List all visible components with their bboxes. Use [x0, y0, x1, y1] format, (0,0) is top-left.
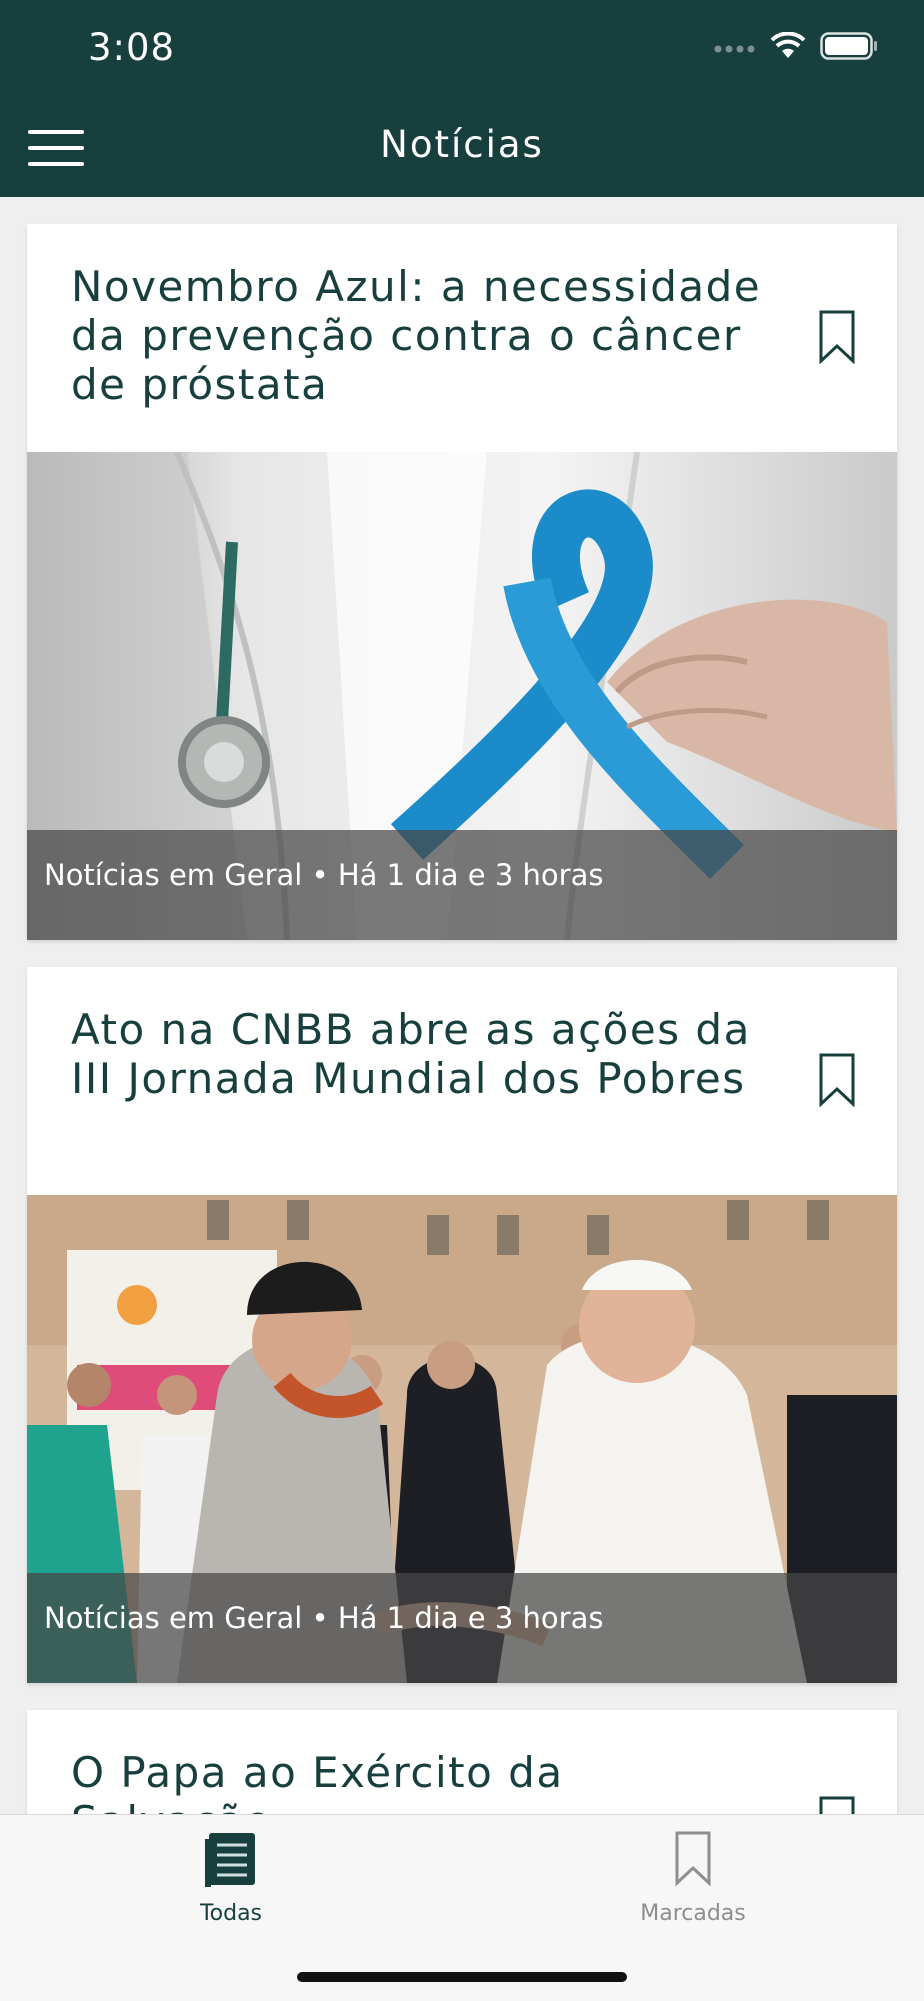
image-caption-bar: Notícias em Geral • Há 1 dia e 3 horas: [27, 1573, 897, 1683]
tab-marcadas[interactable]: Marcadas: [593, 1831, 793, 1926]
news-feed[interactable]: Novembro Azul: a necessidade da prevençã…: [0, 197, 924, 1814]
tab-label: Todas: [199, 1901, 263, 1926]
article-meta: Notícias em Geral • Há 1 dia e 3 horas: [44, 858, 604, 892]
news-card[interactable]: Ato na CNBB abre as ações da III Jornada…: [27, 967, 897, 1683]
news-card[interactable]: Novembro Azul: a necessidade da prevençã…: [27, 224, 897, 940]
tab-label: Marcadas: [640, 1901, 746, 1926]
bookmark-icon[interactable]: [819, 310, 855, 365]
news-card-header: O Papa ao Exército da Salvação: [27, 1710, 897, 1814]
news-card-header: Novembro Azul: a necessidade da prevençã…: [27, 224, 897, 452]
article-title[interactable]: Ato na CNBB abre as ações da III Jornada…: [71, 1005, 771, 1103]
page-title: Notícias: [380, 123, 544, 166]
article-image[interactable]: Notícias em Geral • Há 1 dia e 3 horas: [27, 452, 897, 940]
status-time: 3:08: [88, 26, 176, 69]
signal-icon: [714, 39, 756, 58]
article-image[interactable]: Notícias em Geral • Há 1 dia e 3 horas: [27, 1195, 897, 1683]
status-icons: [714, 31, 878, 64]
image-caption-bar: Notícias em Geral • Há 1 dia e 3 horas: [27, 830, 897, 940]
status-bar: 3:08: [0, 0, 924, 100]
navigation-bar: Notícias: [0, 100, 924, 197]
bookmark-icon[interactable]: [819, 1796, 855, 1814]
article-title[interactable]: Novembro Azul: a necessidade da prevençã…: [71, 262, 771, 409]
bookmark-icon: [675, 1831, 711, 1891]
article-meta: Notícias em Geral • Há 1 dia e 3 horas: [44, 1601, 604, 1635]
bookmark-icon[interactable]: [819, 1053, 855, 1108]
news-card[interactable]: O Papa ao Exército da Salvação: [27, 1710, 897, 1814]
news-card-header: Ato na CNBB abre as ações da III Jornada…: [27, 967, 897, 1195]
tab-todas[interactable]: Todas: [131, 1831, 331, 1926]
battery-icon: [820, 32, 878, 64]
news-list-icon: [205, 1833, 257, 1891]
article-title[interactable]: O Papa ao Exército da Salvação: [71, 1748, 771, 1814]
wifi-icon: [770, 31, 806, 64]
home-indicator: [297, 1972, 627, 1982]
